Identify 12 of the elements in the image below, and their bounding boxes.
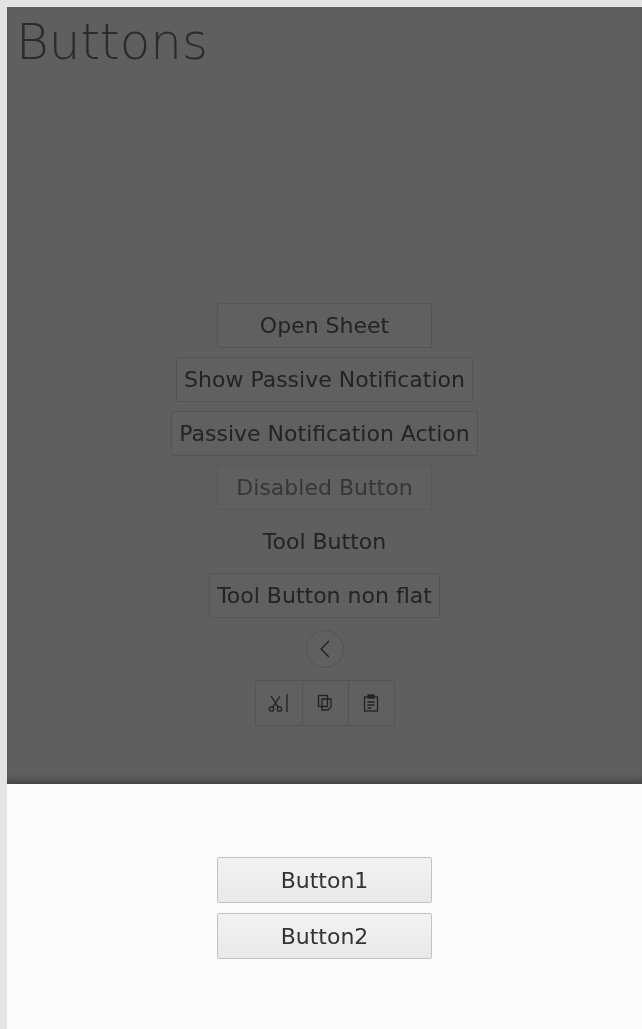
clipboard-icon	[363, 694, 379, 712]
scissors-icon	[267, 693, 290, 713]
push-button[interactable]: Tool Button non flat	[209, 573, 440, 618]
back-button[interactable]	[305, 630, 344, 668]
push-button[interactable]: Open Sheet	[217, 303, 432, 348]
sheet-button[interactable]: Button1	[217, 857, 432, 903]
chevron-left-icon	[318, 640, 331, 658]
push-button[interactable]: Show Passive Notification	[176, 357, 473, 402]
push-button[interactable]: Passive Notification Action	[171, 411, 478, 456]
copy-icon	[317, 694, 333, 712]
tool-button[interactable]: Tool Button	[255, 519, 394, 564]
sheet-button[interactable]: Button2	[217, 913, 432, 959]
